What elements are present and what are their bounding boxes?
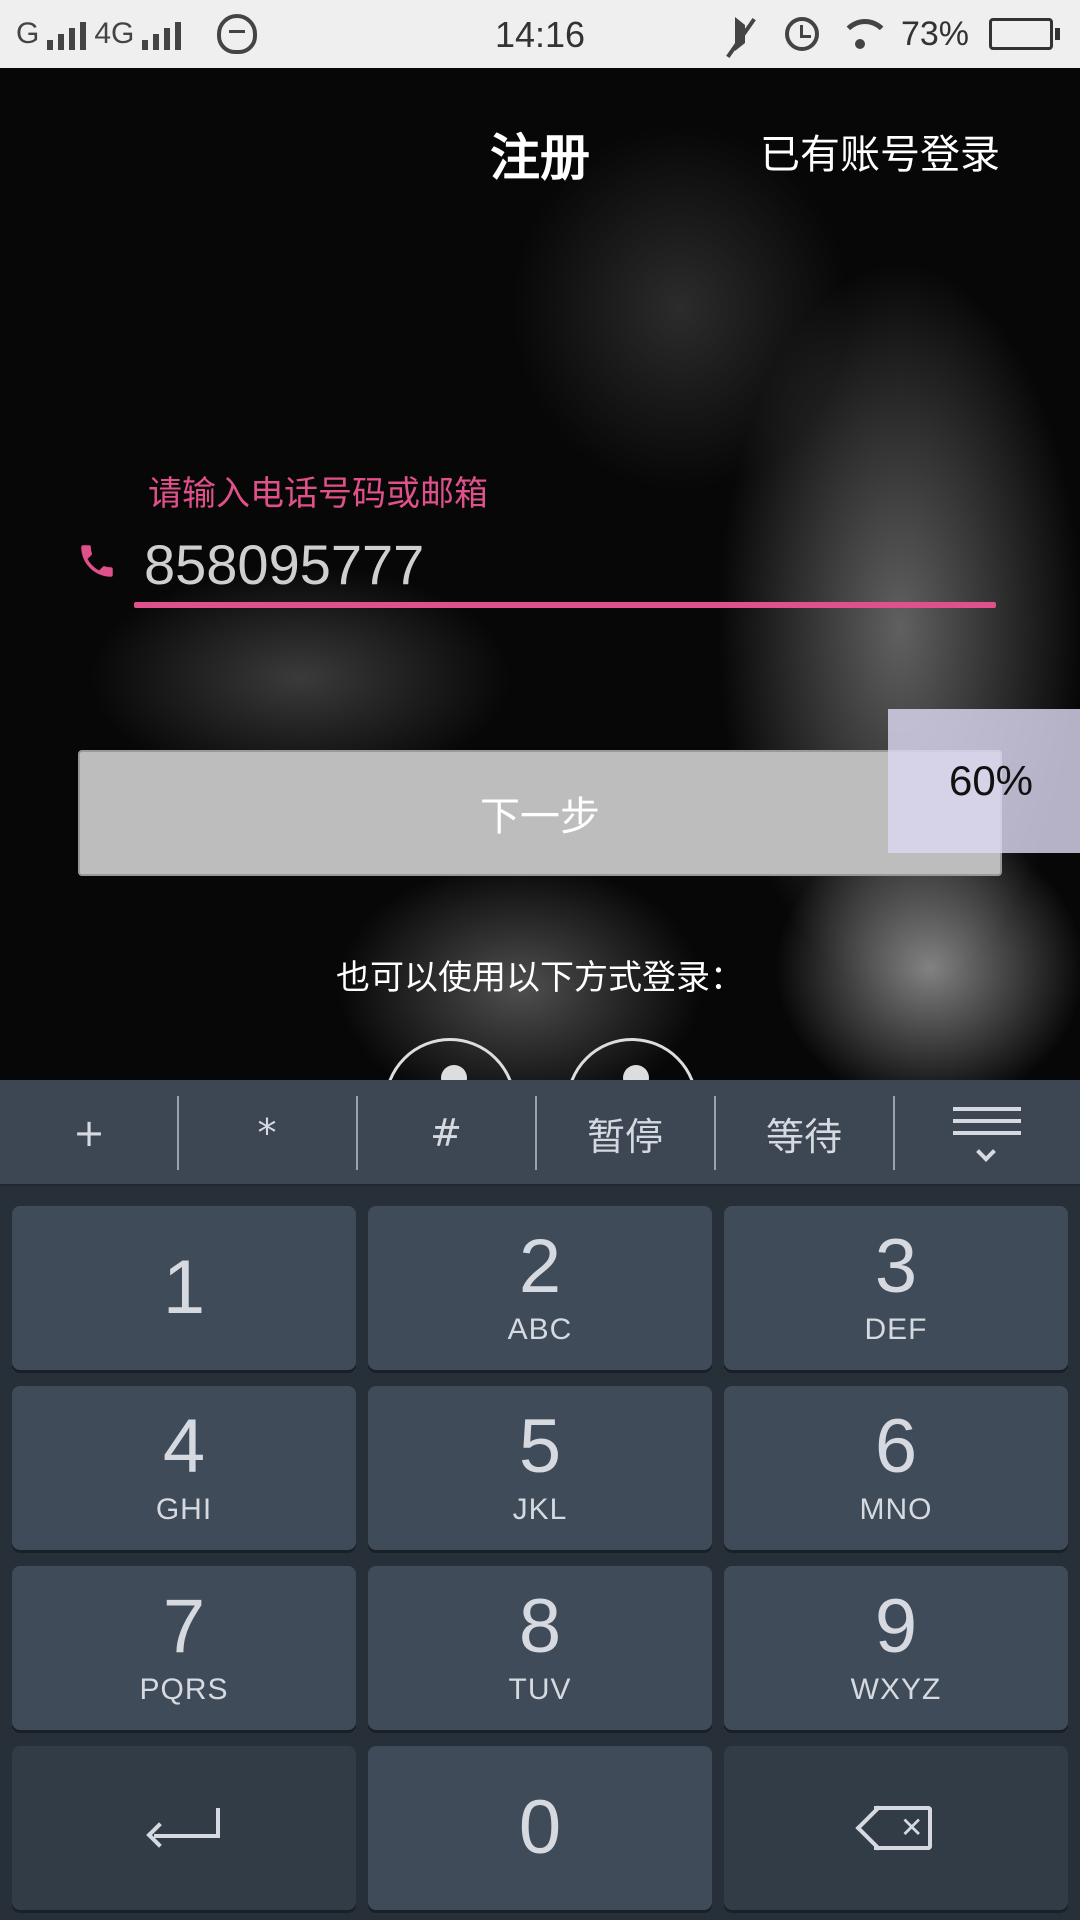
key-digit: 7: [162, 1584, 206, 1669]
alt-login-label: 也可以使用以下方式登录：: [336, 958, 744, 998]
numeric-keyboard: + * # 暂停 等待 1 2 ABC 3 DEF 4 GHI 5 JKL 6 …: [0, 1080, 1080, 1920]
key-3[interactable]: 3 DEF: [724, 1206, 1068, 1370]
wait-key[interactable]: 等待: [715, 1080, 893, 1186]
keyboard-toolbar: + * # 暂停 等待: [0, 1080, 1080, 1186]
key-digit: 3: [874, 1224, 918, 1309]
status-bar: G 4G 14:16 73%: [0, 0, 1080, 68]
key-5[interactable]: 5 JKL: [368, 1386, 712, 1550]
pause-key[interactable]: 暂停: [536, 1080, 714, 1186]
battery-percent: 73%: [900, 14, 969, 53]
key-digit: 5: [518, 1404, 562, 1489]
next-step-button[interactable]: 下一步: [78, 750, 1002, 876]
key-letters: GHI: [155, 1493, 213, 1526]
mute-icon: [734, 17, 765, 51]
backspace-key[interactable]: ✕: [724, 1746, 1068, 1910]
phone-icon: [81, 545, 113, 577]
backspace-icon: ✕: [855, 1805, 932, 1851]
battery-icon: [989, 18, 1060, 50]
alarm-icon: [784, 17, 819, 51]
key-letters: WXYZ: [850, 1673, 942, 1706]
key-letters: DEF: [864, 1313, 928, 1346]
hash-key[interactable]: #: [357, 1080, 535, 1186]
key-letters: TUV: [508, 1673, 572, 1706]
enter-key[interactable]: [12, 1746, 356, 1910]
key-letters: MNO: [859, 1493, 933, 1526]
key-2[interactable]: 2 ABC: [368, 1206, 712, 1370]
wifi-icon: [838, 19, 891, 49]
phone-input-underline: [134, 602, 996, 608]
star-key[interactable]: *: [178, 1080, 356, 1186]
key-6[interactable]: 6 MNO: [724, 1386, 1068, 1550]
key-digit: 4: [162, 1404, 206, 1489]
key-7[interactable]: 7 PQRS: [12, 1566, 356, 1730]
key-digit: 2: [518, 1224, 562, 1309]
key-letters: ABC: [507, 1313, 573, 1346]
status-right: 73%: [734, 0, 1060, 68]
phone-hint-label: 请输入电话号码或邮箱: [148, 474, 488, 514]
key-9[interactable]: 9 WXYZ: [724, 1566, 1068, 1730]
key-0[interactable]: 0: [368, 1746, 712, 1910]
key-letters: JKL: [512, 1493, 568, 1526]
key-digit: 1: [162, 1245, 206, 1330]
key-letters: PQRS: [139, 1673, 229, 1706]
existing-account-login-link[interactable]: 已有账号登录: [760, 122, 1000, 180]
key-4[interactable]: 4 GHI: [12, 1386, 356, 1550]
key-digit: 6: [874, 1404, 918, 1489]
progress-badge: 60%: [888, 709, 1080, 853]
key-digit: 0: [518, 1785, 562, 1870]
key-8[interactable]: 8 TUV: [368, 1566, 712, 1730]
phone-input[interactable]: [144, 530, 994, 598]
hide-keyboard-button[interactable]: [894, 1080, 1080, 1186]
hide-keyboard-icon: [953, 1105, 1021, 1162]
enter-icon: [146, 1808, 220, 1848]
key-digit: 8: [518, 1584, 562, 1669]
key-1[interactable]: 1: [12, 1206, 356, 1370]
plus-key[interactable]: +: [0, 1080, 178, 1186]
key-digit: 9: [874, 1584, 918, 1669]
